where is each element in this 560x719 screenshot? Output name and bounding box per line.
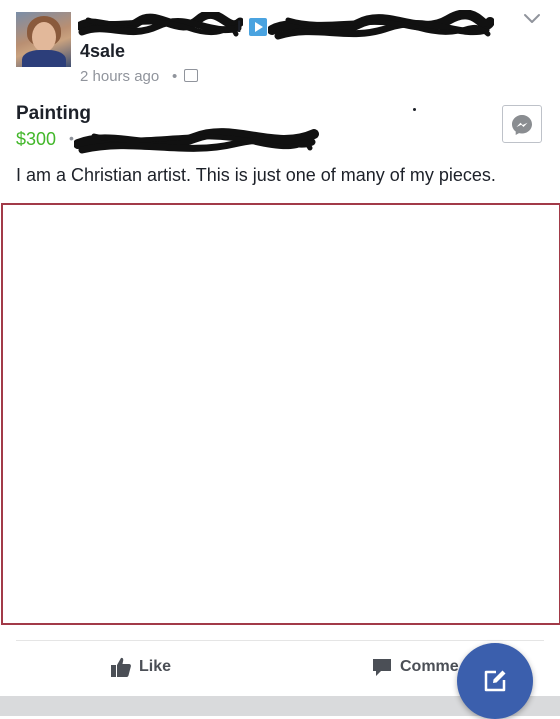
comment-button[interactable]: Comme	[371, 655, 459, 679]
comment-icon	[373, 659, 391, 676]
redacted-location	[74, 128, 319, 154]
listing-photo[interactable]	[1, 203, 560, 625]
video-icon	[249, 18, 267, 36]
thumbs-up-icon	[111, 657, 131, 677]
action-divider	[16, 640, 544, 641]
timestamp[interactable]: 2 hours ago	[80, 68, 159, 85]
comment-label: Comme	[400, 658, 459, 675]
author-name-suffix[interactable]: l	[237, 19, 241, 37]
redacted-group-target	[268, 10, 494, 40]
redacted-author-name	[78, 12, 243, 37]
avatar[interactable]	[16, 12, 71, 67]
compose-icon	[484, 670, 506, 692]
listing-price: $300	[16, 129, 57, 149]
messenger-icon	[512, 115, 532, 135]
stray-dot	[413, 108, 416, 111]
group-icon	[184, 69, 198, 82]
compose-button[interactable]	[457, 643, 533, 719]
like-label: Like	[139, 658, 172, 675]
chevron-down-icon[interactable]	[522, 12, 542, 26]
message-seller-button[interactable]	[502, 105, 542, 143]
like-button[interactable]: Like	[110, 655, 171, 679]
listing-description: I am a Christian artist. This is just on…	[16, 165, 496, 185]
group-name[interactable]: 4sale	[80, 41, 125, 62]
meta-separator: •	[172, 68, 178, 85]
